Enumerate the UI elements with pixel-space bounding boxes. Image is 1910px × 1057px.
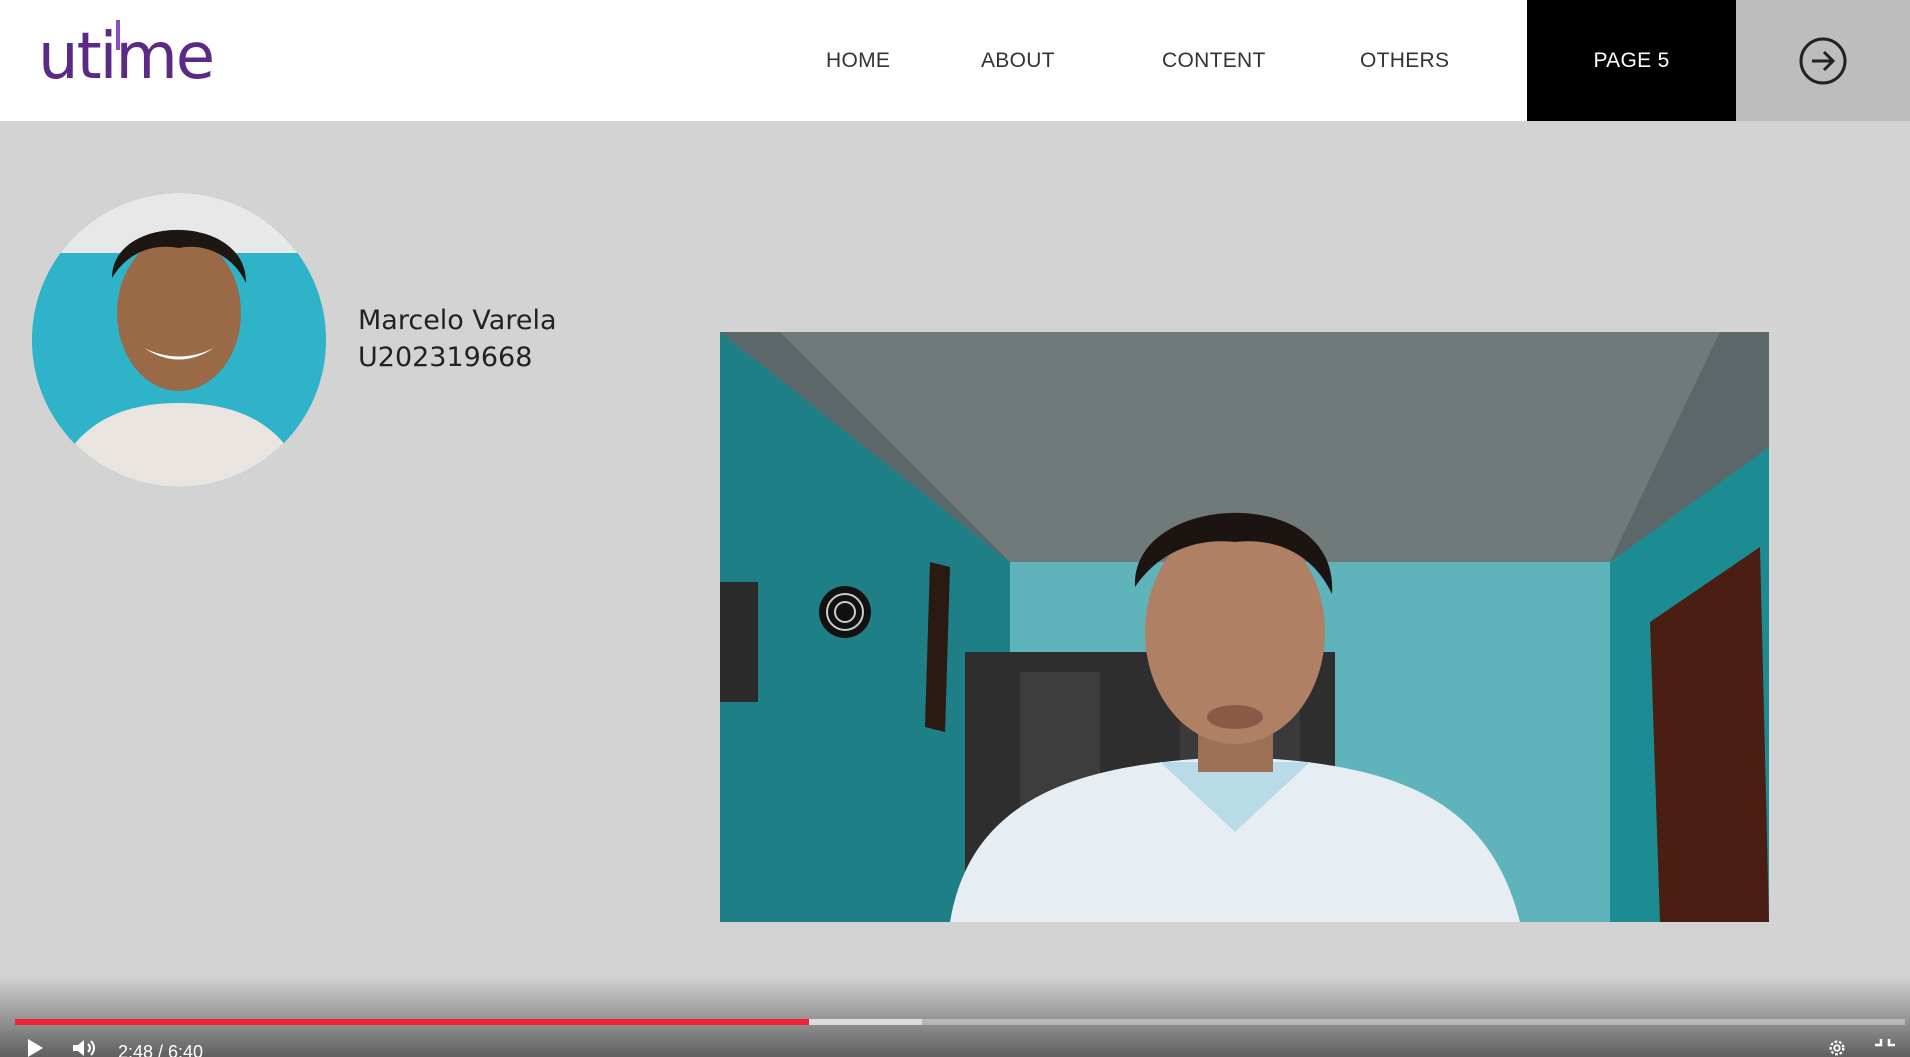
webcam-video-frame[interactable]: [720, 332, 1769, 922]
nav-page-5-label: PAGE 5: [1593, 48, 1670, 72]
settings-button[interactable]: [1825, 1038, 1849, 1057]
nav-home-label: HOME: [826, 48, 891, 72]
play-icon: [28, 1039, 43, 1057]
nav-content-label: CONTENT: [1162, 48, 1266, 72]
settings-icon: [1829, 1040, 1845, 1056]
player-controls-bar: [0, 975, 1910, 1057]
brand-logo[interactable]: utime: [38, 12, 238, 102]
nav-page-5[interactable]: PAGE 5: [1527, 0, 1736, 121]
nav-content[interactable]: CONTENT: [1162, 0, 1266, 121]
profile-avatar: [32, 193, 326, 487]
nav-others[interactable]: OTHERS: [1360, 0, 1449, 121]
progress-bar[interactable]: [15, 1019, 1905, 1025]
nav-about[interactable]: ABOUT: [981, 0, 1055, 121]
next-page-button[interactable]: [1736, 0, 1910, 121]
fullscreen-exit-button[interactable]: [1873, 1038, 1897, 1057]
progress-played: [15, 1019, 809, 1025]
logo-accent-mark: [116, 20, 130, 50]
profile-student-id: U202319668: [358, 342, 533, 373]
top-header: utime HOME ABOUT CONTENT OTHERS PAGE 5: [0, 0, 1910, 121]
play-button[interactable]: [24, 1038, 46, 1057]
arrow-right-circle-icon: [1799, 37, 1847, 84]
nav-home[interactable]: HOME: [826, 0, 890, 121]
time-display: 2:48 / 6:40: [118, 1042, 204, 1057]
fullscreen-exit-icon: [1875, 1039, 1895, 1047]
slide-page: utime HOME ABOUT CONTENT OTHERS PAGE 5 M…: [0, 0, 1910, 1057]
profile-name: Marcelo Varela: [358, 305, 557, 336]
volume-button[interactable]: [72, 1038, 98, 1057]
nav-about-label: ABOUT: [981, 48, 1055, 72]
nav-others-label: OTHERS: [1360, 48, 1450, 72]
volume-icon: [73, 1040, 95, 1056]
